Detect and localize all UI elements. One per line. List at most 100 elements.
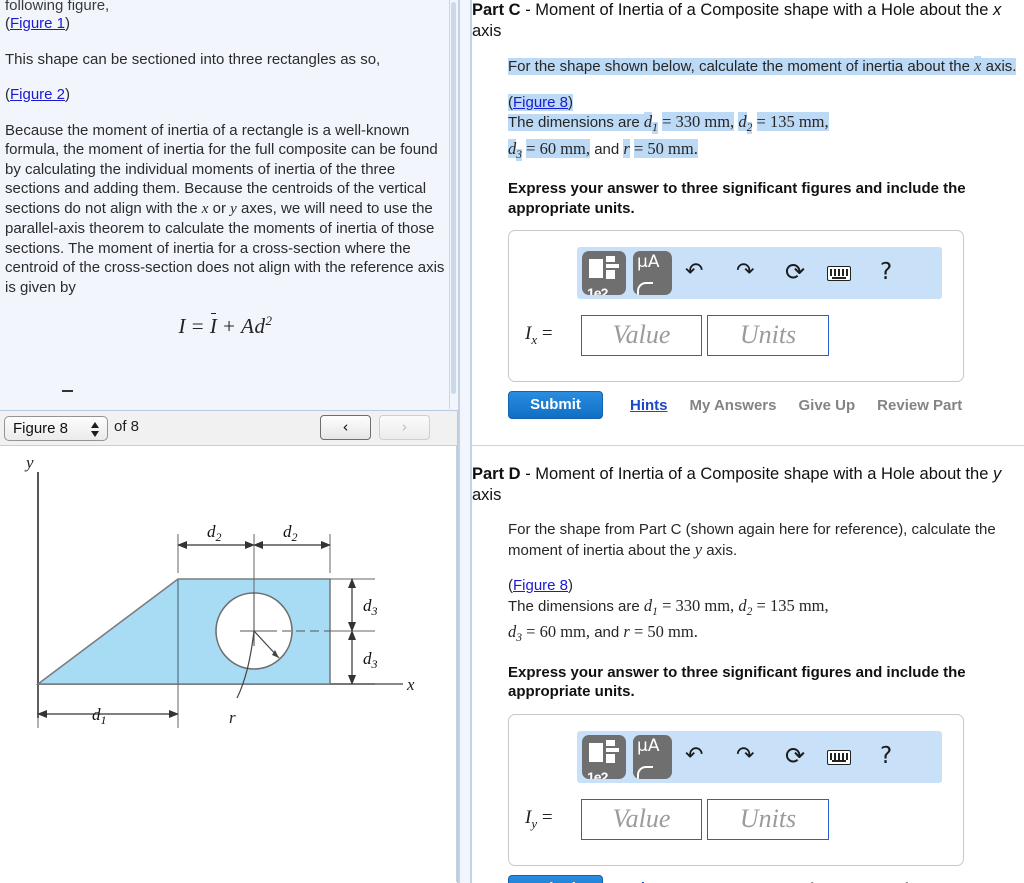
part-c-d2-sym: d: [738, 112, 747, 131]
part-d-d3-sym: d: [508, 622, 517, 641]
figure-panel-right-edge: [456, 446, 457, 882]
part-d-figure-ref: (Figure 8): [508, 577, 574, 594]
part-d-dash: -: [520, 465, 536, 483]
part-d-figure-8-link[interactable]: Figure 8: [513, 577, 568, 594]
part-c-label: Part C: [472, 1, 521, 19]
part-c-value-input[interactable]: Value: [581, 315, 702, 356]
part-c-eq-equals: =: [541, 323, 553, 345]
part-d-answer-label: Iy =: [525, 807, 573, 832]
figure-viewer-toolbar: Figure 8 of 8 ‹ ›: [0, 411, 457, 446]
part-d-r-sym: r: [623, 622, 630, 641]
part-d-prompt-axis: y: [694, 539, 703, 559]
intro-clipped-line: following figure,: [5, 0, 110, 14]
part-c-submit-button[interactable]: Submit: [508, 391, 603, 419]
figure-select[interactable]: Figure 8: [4, 416, 108, 441]
micro-amp-glyph: μA: [637, 252, 660, 272]
part-c-d1-val: = 330 mm,: [662, 112, 735, 131]
part-c-eq-sub: x: [531, 331, 538, 347]
figure-prev-button[interactable]: ‹: [320, 415, 371, 440]
part-c-heading: Part C - Moment of Inertia of a Composit…: [472, 0, 1024, 42]
figure-next-button[interactable]: ›: [379, 415, 430, 440]
arc-glyph: [637, 282, 653, 295]
part-d-section: Part D - Moment of Inertia of a Composit…: [472, 464, 1024, 883]
intro-scrollbar-thumb[interactable]: [451, 2, 456, 394]
part-d-and: and: [594, 624, 620, 641]
axis-label-x: x: [406, 675, 415, 694]
intro-p2-b: or: [208, 199, 231, 217]
part-c-title-b: axis: [472, 22, 502, 40]
dimension-label-r: r: [229, 708, 236, 727]
figure-count-label: of 8: [114, 418, 140, 435]
unit-symbol-button[interactable]: μA: [633, 734, 672, 779]
chevron-left-icon: ‹: [342, 418, 349, 436]
figure-2-link[interactable]: Figure 2: [10, 86, 65, 103]
undo-icon[interactable]: ↶: [685, 743, 703, 769]
help-icon[interactable]: ?: [880, 743, 892, 769]
part-c-figure-8-link[interactable]: Figure 8: [513, 94, 568, 111]
part-c-d2-val: = 135 mm,: [756, 112, 829, 131]
part-c-prompt: For the shape shown below, calculate the…: [508, 56, 1024, 77]
part-c-answer-box: 1e2 μA ↶ ↷ ⟳ ? Ix = Value Units: [508, 230, 964, 382]
left-column: following figure, (Figure 1) This shape …: [0, 0, 460, 883]
part-c-dash: -: [520, 1, 536, 19]
part-d-d2-val: = 135 mm,: [756, 595, 829, 615]
part-c-figure-ref: (Figure 8): [508, 93, 574, 111]
part-d-prompt-b: axis.: [702, 541, 738, 559]
dimension-label-d2-right: d2: [283, 522, 298, 544]
part-d-title-b: axis: [472, 486, 502, 504]
undo-icon[interactable]: ↶: [685, 259, 703, 285]
keyboard-icon[interactable]: [827, 266, 851, 281]
keyboard-icon[interactable]: [827, 749, 851, 765]
math-template-button[interactable]: 1e2: [582, 734, 626, 779]
part-c-r-sym: r: [623, 138, 630, 158]
figure-canvas: y x r d1 d2 d2 d3 d3: [0, 446, 457, 882]
dimension-label-d1: d1: [92, 705, 107, 727]
figure1-ref: (Figure 1): [5, 15, 71, 32]
part-d-label: Part D: [472, 465, 521, 483]
part-d-dims-lead: The dimensions are: [508, 597, 644, 615]
figure2-ref: (Figure 2): [5, 86, 71, 103]
reset-icon[interactable]: ⟳: [785, 743, 805, 769]
figure-1-link[interactable]: Figure 1: [10, 15, 65, 32]
math-template-button[interactable]: 1e2: [582, 251, 626, 295]
part-c-hints-link[interactable]: Hints: [630, 397, 668, 414]
dimension-label-d3-upper: d3: [363, 596, 378, 618]
figure-select-value: Figure 8: [13, 420, 69, 437]
panel-gutter[interactable]: [460, 0, 470, 883]
part-d-equation-row: Iy = Value Units: [525, 798, 829, 840]
part-c-d2-sub: 2: [746, 122, 753, 134]
part-c-give-up-link[interactable]: Give Up: [798, 397, 855, 414]
chevron-updown-icon[interactable]: [91, 421, 100, 438]
part-c-my-answers-link[interactable]: My Answers: [690, 397, 777, 414]
part-c-units-input[interactable]: Units: [707, 315, 829, 356]
part-c-d1-sym: d: [643, 112, 653, 131]
unit-symbol-button[interactable]: μA: [633, 251, 672, 295]
page-root: following figure, (Figure 1) This shape …: [0, 0, 1024, 883]
intro-paragraph-2: Because the moment of inertia of a recta…: [5, 121, 446, 298]
part-d-dimensions: The dimensions are d1 = 330 mm, d2 = 135…: [508, 596, 1024, 649]
part-c-d3-val: = 60 mm,: [526, 138, 591, 158]
part-d-units-input[interactable]: Units: [707, 798, 829, 840]
part-d-answer-toolbar: 1e2 μA ↶ ↷ ⟳ ?: [577, 730, 942, 783]
part-d-answer-box: 1e2 μA ↶ ↷ ⟳ ? Iy = Value Units: [508, 713, 964, 866]
part-d-value-input[interactable]: Value: [581, 798, 702, 840]
part-d-r-val: = 50 mm.: [634, 622, 698, 641]
intro-paragraph-1: This shape can be sectioned into three r…: [5, 50, 381, 68]
part-c-r-val: = 50 mm.: [634, 138, 698, 158]
part-c-review-part-link[interactable]: Review Part: [877, 397, 962, 414]
part-d-title-axis: y: [992, 465, 1002, 483]
figure-viewer-panel: Figure 8 of 8 ‹ › y x r d1 d2 d2 d3 d3: [0, 410, 458, 883]
intro-p2-y: y: [230, 200, 237, 217]
part-d-d2-sub: 2: [746, 605, 753, 618]
part-d-d3-sub: 3: [516, 632, 522, 644]
part-d-submit-button[interactable]: Submit: [508, 874, 603, 883]
redo-icon[interactable]: ↷: [736, 259, 754, 285]
part-c-answer-label: Ix =: [525, 323, 573, 348]
help-icon[interactable]: ?: [880, 259, 892, 285]
part-d-heading: Part D - Moment of Inertia of a Composit…: [472, 464, 1024, 506]
redo-icon[interactable]: ↷: [736, 743, 754, 769]
part-c-equation-row: Ix = Value Units: [525, 315, 829, 356]
reset-icon[interactable]: ⟳: [785, 259, 805, 285]
part-d-d1-val: = 330 mm,: [662, 595, 735, 615]
part-c-action-row: Submit Hints My Answers Give Up Review P…: [508, 391, 1024, 419]
